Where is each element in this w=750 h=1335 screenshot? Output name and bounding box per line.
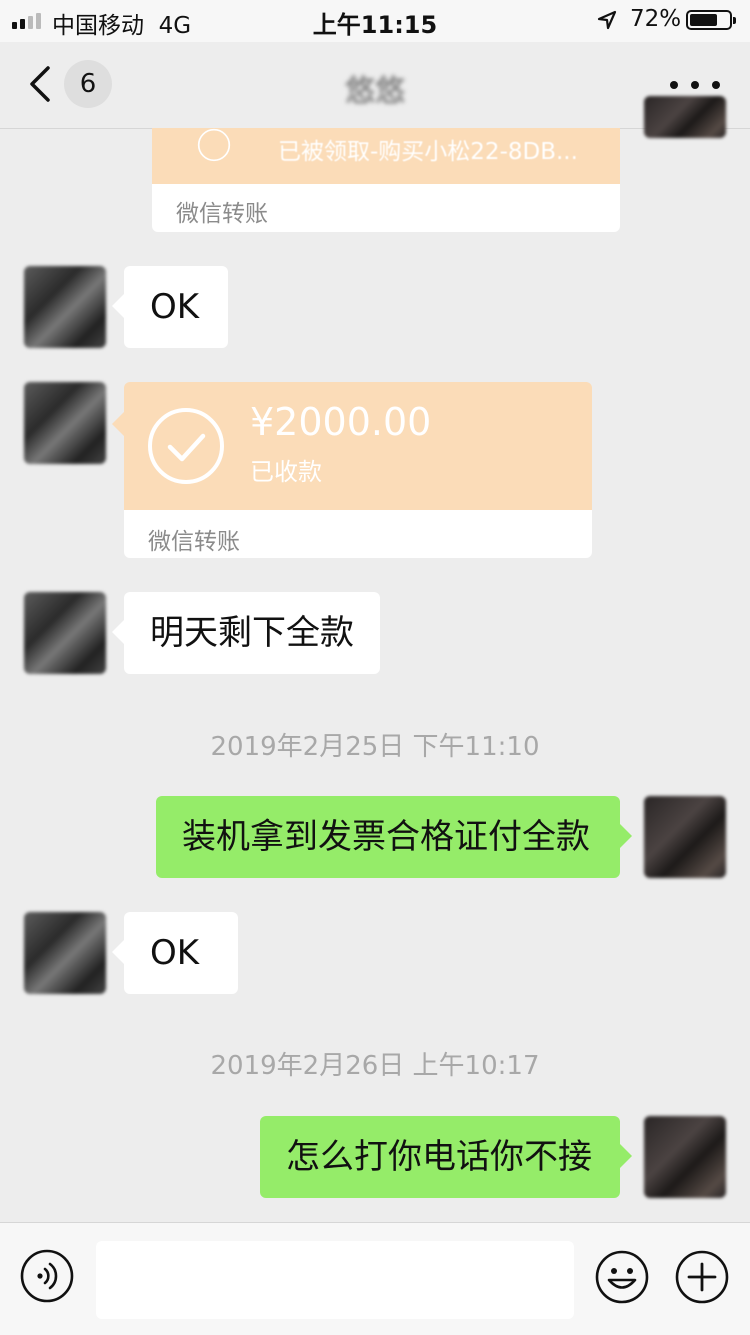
- message-bubble[interactable]: OK: [112, 912, 238, 994]
- contact-avatar[interactable]: [24, 912, 106, 994]
- emoji-icon[interactable]: [594, 1249, 650, 1305]
- message-bubble[interactable]: OK: [112, 266, 228, 348]
- contact-avatar[interactable]: [24, 382, 106, 464]
- my-avatar[interactable]: [644, 796, 726, 878]
- transfer-card[interactable]: ¥2000.00 已收款 微信转账: [112, 382, 592, 558]
- more-options-icon[interactable]: [670, 78, 720, 92]
- message-timestamp: 2019年2月25日 下午11:10: [210, 732, 540, 762]
- transfer-label: 微信转账: [176, 201, 268, 227]
- my-avatar[interactable]: [644, 1116, 726, 1198]
- chat-header: 6 悠悠: [0, 42, 750, 129]
- input-bar: [0, 1222, 750, 1335]
- battery-icon: [686, 10, 736, 30]
- message-bubble-sent[interactable]: 装机拿到发票合格证付全款: [156, 796, 632, 878]
- chat-title: 悠悠: [345, 74, 405, 109]
- message-bubble[interactable]: 明天剩下全款: [112, 592, 380, 674]
- contact-avatar[interactable]: [24, 592, 106, 674]
- check-circle-icon: [148, 408, 224, 484]
- plus-icon[interactable]: [674, 1249, 730, 1305]
- voice-icon[interactable]: [20, 1249, 74, 1303]
- location-arrow-icon: [597, 10, 617, 30]
- contact-avatar[interactable]: [24, 266, 106, 348]
- message-bubble-sent[interactable]: 怎么打你电话你不接: [260, 1116, 632, 1198]
- check-circle-icon: [197, 128, 231, 162]
- transfer-amount: ¥2000.00: [250, 400, 432, 444]
- transfer-label: 微信转账: [148, 529, 240, 555]
- battery-percent: 72%: [630, 6, 682, 32]
- message-timestamp: 2019年2月26日 上午10:17: [210, 1051, 540, 1081]
- message-input[interactable]: [96, 1241, 574, 1319]
- status-bar: 中国移动 4G 上午11:15 72%: [0, 0, 750, 42]
- transfer-status: 已收款: [250, 458, 322, 486]
- transfer-status: 已被领取-购买小松22-8DB...: [278, 139, 578, 165]
- transfer-card-partial[interactable]: 已被领取-购买小松22-8DB... 微信转账: [152, 128, 620, 232]
- my-avatar[interactable]: [644, 96, 726, 138]
